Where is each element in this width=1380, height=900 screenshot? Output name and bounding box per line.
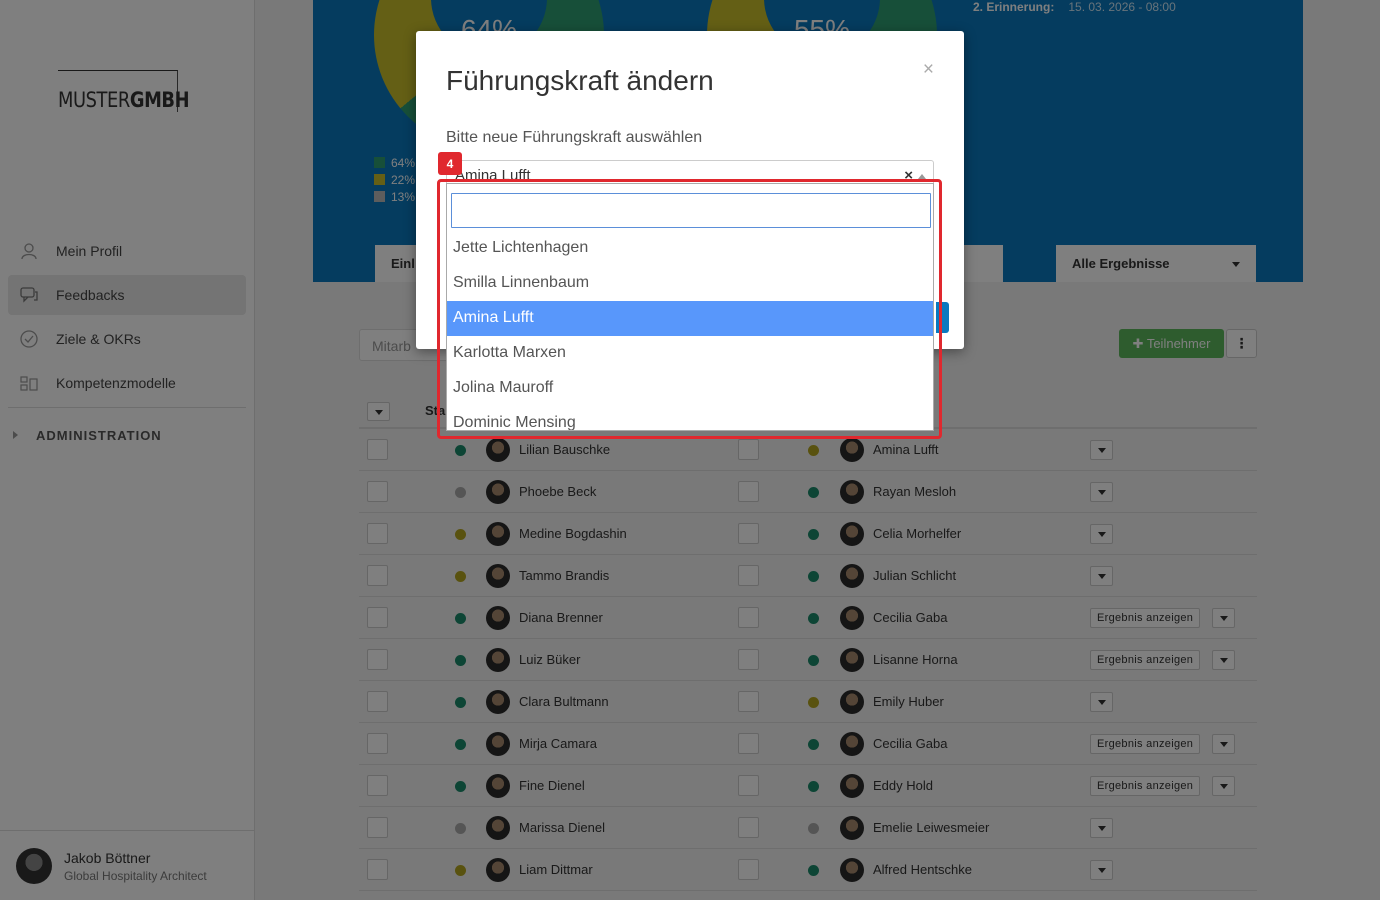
step-badge: 4 xyxy=(438,152,462,175)
dialog-title: Führungskraft ändern xyxy=(446,65,714,96)
step-highlight-frame xyxy=(437,179,942,439)
close-icon[interactable]: × xyxy=(923,59,934,81)
manager-select-label: Bitte neue Führungskraft auswählen xyxy=(446,129,703,146)
